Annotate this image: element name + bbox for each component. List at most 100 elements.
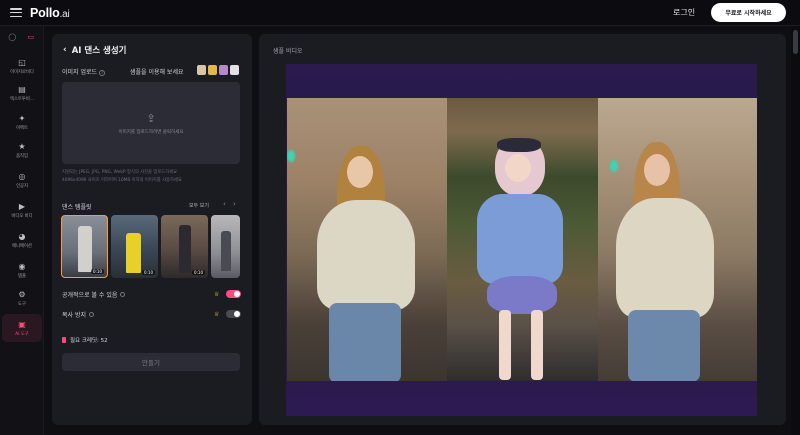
sample-thumb-4[interactable] xyxy=(230,65,239,75)
duration-badge: 0:10 xyxy=(91,269,104,274)
dance-template-label: 댄스 템플릿 xyxy=(62,204,92,211)
help-icon[interactable] xyxy=(120,291,126,297)
page-scrollbar[interactable] xyxy=(791,26,800,435)
sidebar-item-label: 텍스트투비... xyxy=(10,96,34,102)
leg-shape xyxy=(531,310,543,380)
upload-instruction: 이미지를 업로드하려면 클릭하세요 xyxy=(118,129,184,135)
sidebar-item-video-to-video[interactable]: ▶ 비디오 비디 xyxy=(2,196,42,224)
logo[interactable]: Pollo.ai xyxy=(30,6,70,20)
help-icon[interactable] xyxy=(89,311,94,317)
dancer-figure xyxy=(179,225,191,273)
hoodie-shape xyxy=(616,198,714,318)
video-video-icon: ▶ xyxy=(18,201,26,211)
dance-template-card[interactable]: 0:10 xyxy=(111,215,158,278)
public-toggle[interactable] xyxy=(226,290,241,298)
headphones-shape xyxy=(497,138,541,152)
sample-label: 샘플을 이용해 보세요 xyxy=(130,69,184,76)
prev-arrow-icon[interactable]: ‹ xyxy=(223,200,226,208)
sidebar-item-effects[interactable]: ✦ 이펙트 xyxy=(2,108,42,136)
motion-icon: ★ xyxy=(18,141,26,151)
copy-protect-toggle[interactable] xyxy=(226,310,241,318)
upload-image-label-text: 이미지 업로드 xyxy=(62,69,98,76)
toggle-knob xyxy=(234,291,240,297)
ai-tools-icon: ▣ xyxy=(18,319,26,329)
create-button[interactable]: 만들기 xyxy=(62,353,240,371)
sample-video-player[interactable] xyxy=(286,64,757,416)
help-icon[interactable]: ? xyxy=(99,69,106,76)
face-shape xyxy=(644,154,670,186)
premium-crown-icon: ♕ xyxy=(214,310,220,318)
upload-icon: ⇪ xyxy=(146,111,156,125)
dancer-figure xyxy=(78,226,92,272)
image-upload-dropzone[interactable]: ⇪ 이미지를 업로드하려면 클릭하세요 xyxy=(62,82,240,164)
credit-icon xyxy=(62,337,66,343)
logo-main: Pollo xyxy=(30,5,60,20)
create-button-label: 만들기 xyxy=(142,359,160,367)
sidebar-item-label: 도구 xyxy=(18,301,26,307)
leg-shape xyxy=(499,310,511,380)
next-arrow-icon[interactable]: › xyxy=(233,200,236,208)
sidebar-item-text-to-video[interactable]: ▤ 텍스트투비... xyxy=(2,79,42,107)
sidebar-item-label: 비디오 비디 xyxy=(11,213,33,219)
copy-protect-option: 복사 방지 ♕ xyxy=(62,308,242,320)
jeans-shape xyxy=(329,303,401,381)
generator-panel: ‹ AI 댄스 생성기 이미지 업로드? 샘플을 이용해 보세요 ⇪ 이미지를 … xyxy=(52,34,252,425)
sidebar-item-template[interactable]: ◉ 템플 xyxy=(2,256,42,284)
sidebar-item-label: 애니메이션 xyxy=(12,243,32,249)
sidebar-item-animation[interactable]: ◕ 애니메이션 xyxy=(2,226,42,254)
sidebar-item-label: 인공지 xyxy=(16,183,28,189)
text-video-icon: ▤ xyxy=(18,84,26,94)
jeans-shape xyxy=(628,310,700,381)
animation-icon: ◕ xyxy=(18,231,26,241)
copy-protect-label: 복사 방지 xyxy=(62,311,86,319)
dancer-figure xyxy=(221,231,231,271)
start-free-button[interactable]: 무료로 시작하세요 xyxy=(711,3,786,22)
sidebar-item-tools[interactable]: ⚙ 도구 xyxy=(2,284,42,312)
page-scrollbar-thumb[interactable] xyxy=(793,30,798,54)
tools-icon: ⚙ xyxy=(18,289,26,299)
video-mode-icon[interactable]: ▭ xyxy=(25,31,36,42)
back-arrow-icon[interactable]: ‹ xyxy=(63,45,67,55)
skirt-shape xyxy=(487,276,557,314)
face-shape xyxy=(505,154,531,182)
panel-title-text: AI 댄스 생성기 xyxy=(71,46,127,56)
video-frame-original xyxy=(287,98,447,381)
video-frame-dancer xyxy=(447,98,598,381)
dance-template-card[interactable]: 0:10 xyxy=(161,215,208,278)
credits-text: 필요 크레딧: 52 xyxy=(70,338,108,344)
video-frame-result xyxy=(598,98,757,381)
effects-icon: ✦ xyxy=(18,113,26,123)
sidebar-item-label: 움직임 xyxy=(16,153,28,159)
sidebar-item-label: AI 도구 xyxy=(15,331,29,337)
sidebar-item-motion[interactable]: ★ 움직임 xyxy=(2,136,42,164)
toggle-knob xyxy=(234,311,240,317)
sidebar-item-ai[interactable]: ◎ 인공지 xyxy=(2,166,42,194)
sidebar-item-image-to-video[interactable]: ◱ 이미지로비디 xyxy=(2,52,42,80)
dancer-figure xyxy=(126,233,141,273)
sidebar: ◯ ▭ ◱ 이미지로비디 ▤ 텍스트투비... ✦ 이펙트 ★ 움직임 ◎ 인공지 ▶ 비디… xyxy=(0,26,44,435)
sidebar-mode-switch: ◯ ▭ xyxy=(0,26,43,44)
template-icon: ◉ xyxy=(18,261,26,271)
logo-suffix: .ai xyxy=(59,8,70,20)
premium-crown-icon: ♕ xyxy=(214,290,220,298)
upload-hint-line2: 4096x4096 사이즈 이하이며 10MB 이하의 이미지를 사용하세요 xyxy=(62,178,182,183)
sidebar-item-label: 템플 xyxy=(18,273,26,279)
image-mode-icon[interactable]: ◯ xyxy=(7,31,18,42)
ai-icon: ◎ xyxy=(18,171,26,181)
duration-badge: 0:10 xyxy=(142,270,155,275)
view-all-link[interactable]: 모두 보기 xyxy=(189,202,209,209)
sample-thumb-1[interactable] xyxy=(197,65,206,75)
sample-thumb-3[interactable] xyxy=(219,65,228,75)
upload-image-label: 이미지 업로드? xyxy=(62,67,106,76)
image-video-icon: ◱ xyxy=(18,57,26,67)
bokeh-light xyxy=(287,150,295,162)
dance-template-card[interactable] xyxy=(211,215,240,278)
public-option: 공개적으로 볼 수 있음 ♕ xyxy=(62,288,242,300)
public-label: 공개적으로 볼 수 있음 xyxy=(62,291,118,299)
login-link[interactable]: 로그인 xyxy=(673,7,695,18)
hamburger-menu-icon[interactable] xyxy=(10,8,22,17)
sidebar-item-ai-tools[interactable]: ▣ AI 도구 xyxy=(2,314,42,342)
sample-thumb-2[interactable] xyxy=(208,65,217,75)
panel-title: ‹ AI 댄스 생성기 xyxy=(63,44,126,56)
dance-template-card[interactable]: 0:10 xyxy=(61,215,108,278)
